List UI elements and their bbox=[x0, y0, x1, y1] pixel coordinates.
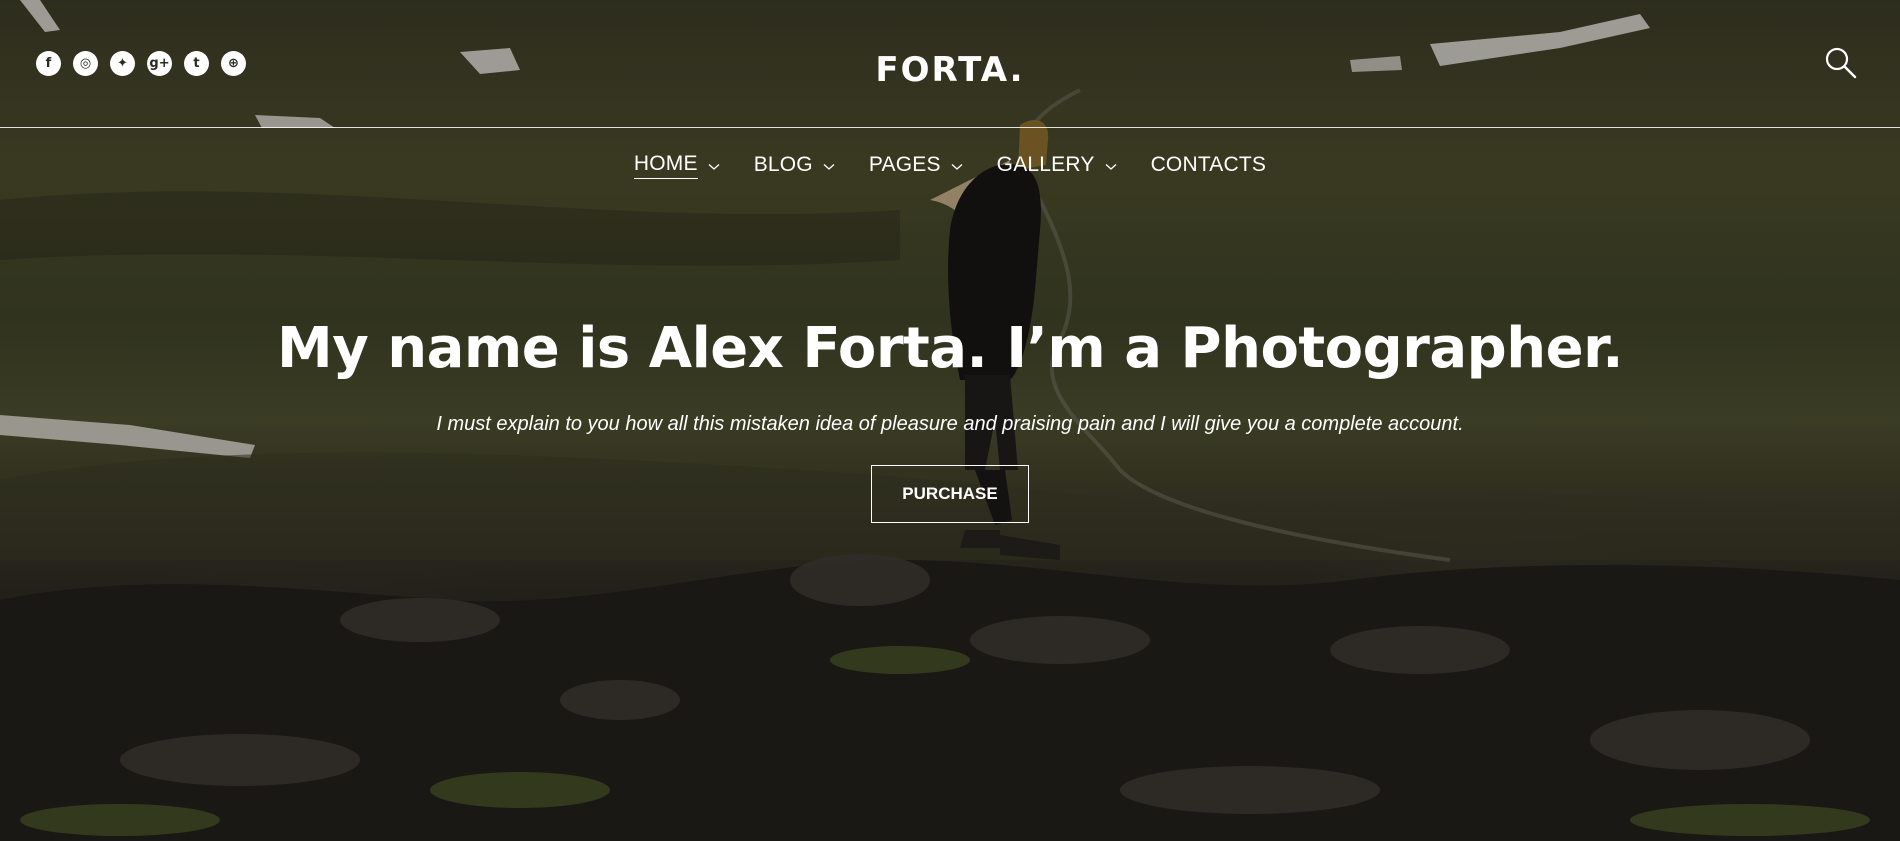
site-logo[interactable]: FORTA. bbox=[0, 50, 1900, 90]
nav-item-home[interactable]: HOME bbox=[633, 152, 720, 179]
nav-item-label: BLOG bbox=[753, 152, 813, 176]
chevron-down-icon bbox=[823, 164, 835, 170]
hero-section: f ◎ ✦ g+ t ⊕ FORTA. HOME BLOG PAGES GALL… bbox=[0, 0, 1900, 841]
main-navigation: HOME BLOG PAGES GALLERY CONTACTS bbox=[0, 152, 1900, 179]
nav-item-pages[interactable]: PAGES bbox=[869, 152, 963, 179]
search-icon[interactable] bbox=[1824, 46, 1858, 80]
chevron-down-icon bbox=[951, 164, 963, 170]
hero-headline: My name is Alex Forta. I’m a Photographe… bbox=[277, 316, 1623, 381]
nav-item-label: HOME bbox=[633, 152, 698, 179]
hero-subtitle: I must explain to you how all this mista… bbox=[436, 413, 1464, 435]
nav-item-contacts[interactable]: CONTACTS bbox=[1151, 152, 1267, 179]
chevron-down-icon bbox=[708, 164, 720, 170]
chevron-down-icon bbox=[1105, 164, 1116, 170]
nav-item-blog[interactable]: BLOG bbox=[754, 152, 835, 179]
nav-item-label: CONTACTS bbox=[1150, 152, 1267, 176]
purchase-button[interactable]: PURCHASE bbox=[871, 465, 1029, 523]
nav-item-gallery[interactable]: GALLERY bbox=[997, 152, 1117, 179]
nav-item-label: PAGES bbox=[868, 152, 941, 176]
nav-item-label: GALLERY bbox=[996, 152, 1095, 176]
top-header-bar: f ◎ ✦ g+ t ⊕ FORTA. bbox=[0, 0, 1900, 128]
